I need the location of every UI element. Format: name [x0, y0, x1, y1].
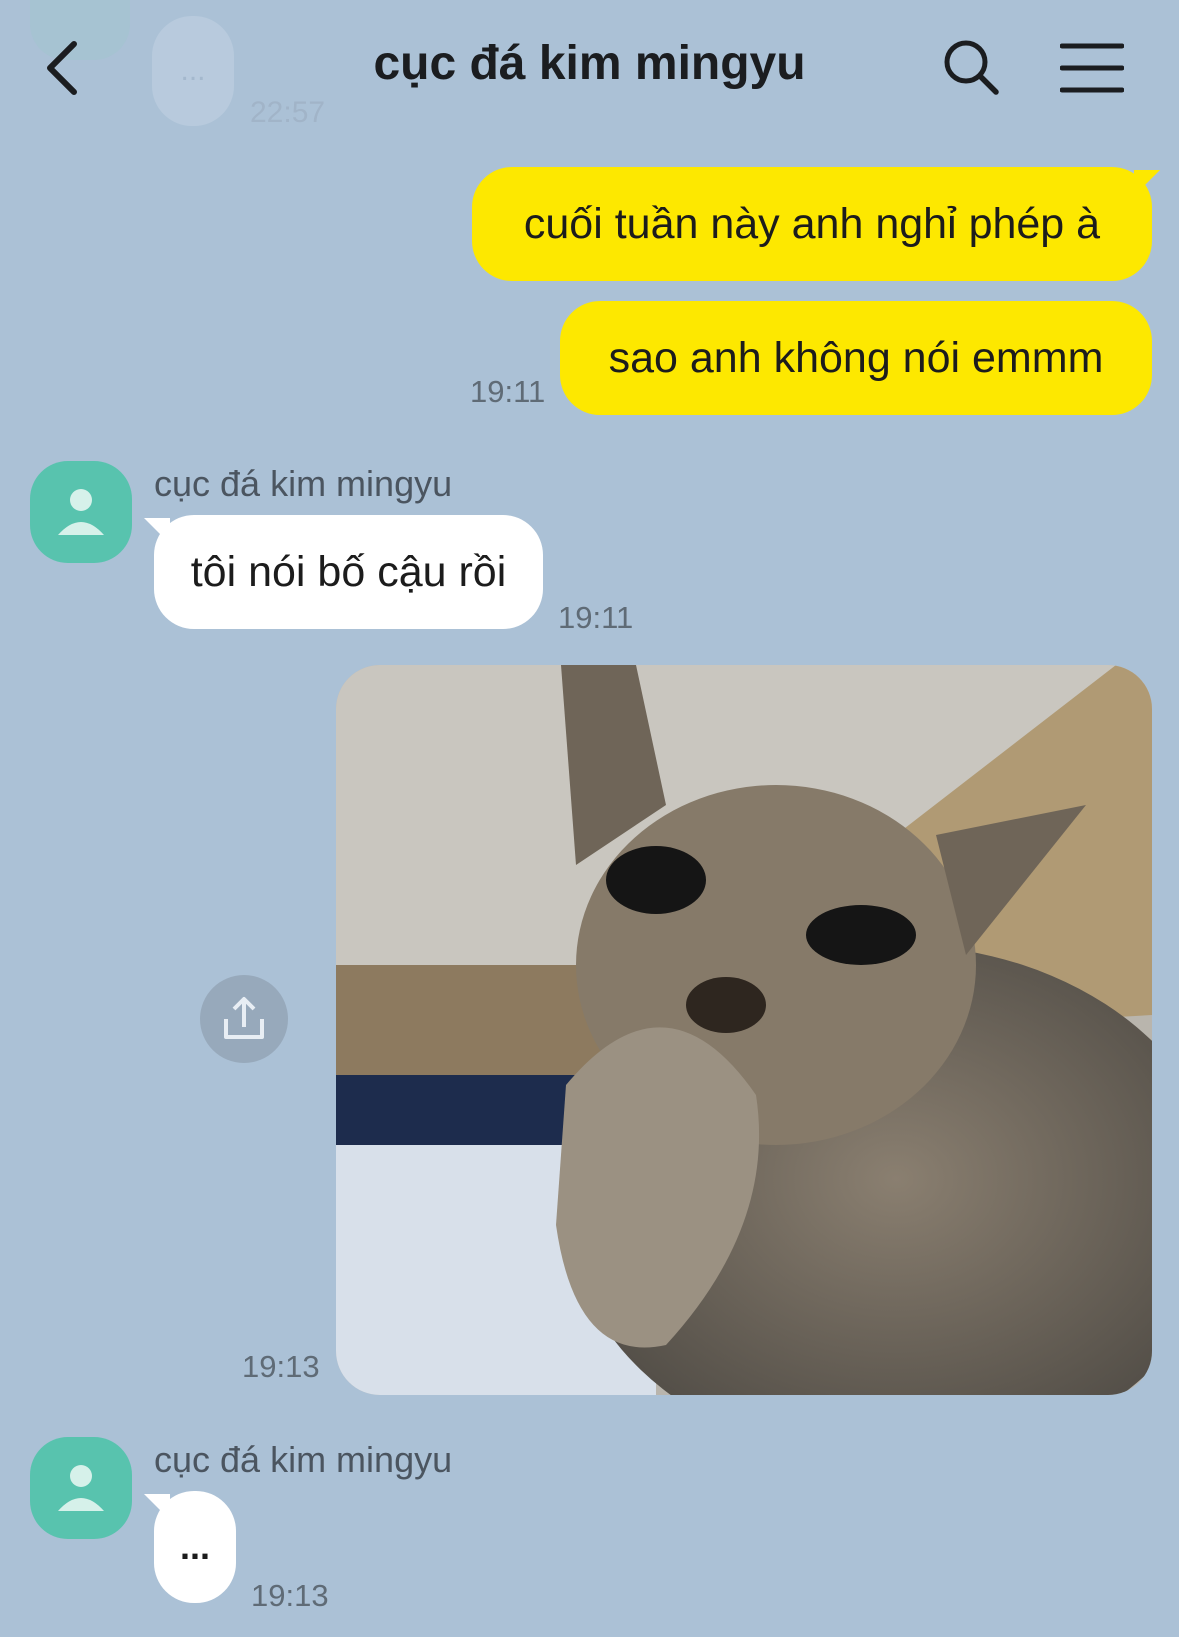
message-time: 19:13: [242, 1349, 320, 1384]
person-icon: [58, 1465, 104, 1511]
search-icon[interactable]: [940, 36, 1000, 96]
avatar[interactable]: [30, 461, 132, 563]
message-time: 19:11: [470, 374, 546, 409]
incoming-message-bubble[interactable]: ...: [154, 1491, 236, 1603]
outgoing-message-bubble[interactable]: sao anh không nói emmm: [560, 301, 1152, 415]
message-time: 19:13: [251, 1578, 329, 1613]
share-icon: [224, 997, 264, 1039]
previous-message-time: 22:57: [250, 96, 326, 129]
chat-title: cục đá kim mingyu: [373, 37, 806, 90]
incoming-message-bubble[interactable]: tôi nói bố cậu rồi: [154, 515, 543, 629]
person-icon: [58, 489, 104, 535]
avatar[interactable]: [30, 1437, 132, 1539]
outgoing-message-bubble[interactable]: cuối tuần này anh nghỉ phép à: [472, 167, 1152, 281]
sender-name: cục đá kim mingyu: [154, 463, 453, 504]
cat-photo[interactable]: [336, 665, 1152, 1395]
message-time: 19:11: [558, 600, 634, 635]
menu-icon[interactable]: [1059, 40, 1125, 96]
share-button[interactable]: [200, 975, 288, 1063]
sender-name: cục đá kim mingyu: [154, 1439, 453, 1480]
